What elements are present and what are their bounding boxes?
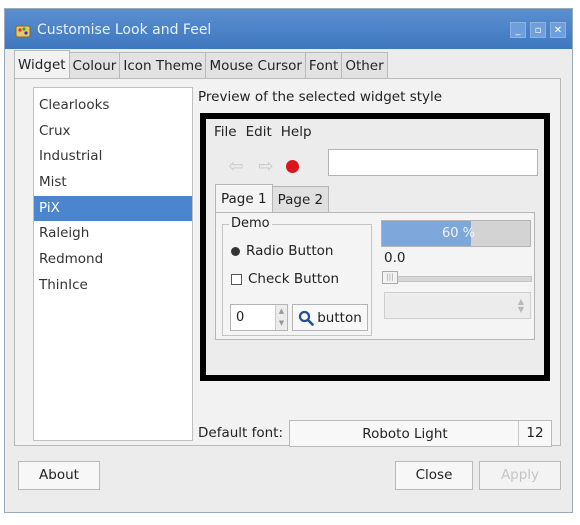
menu-file[interactable]: File xyxy=(214,124,237,140)
widget-panel: Clearlooks Crux Industrial Mist PiX Rale… xyxy=(14,78,561,447)
theme-item-redmond[interactable]: Redmond xyxy=(34,247,192,273)
preview-page: Demo Radio Button Check Button 0 ▲ ▼ but… xyxy=(215,212,535,340)
menu-help[interactable]: Help xyxy=(281,124,312,140)
title-bar[interactable]: Customise Look and Feel _ ▫ ✕ xyxy=(5,9,572,49)
search-button[interactable]: button xyxy=(292,304,368,331)
tab-icon-theme[interactable]: Icon Theme xyxy=(119,52,207,78)
radio-button[interactable]: Radio Button xyxy=(231,243,333,259)
menu-edit[interactable]: Edit xyxy=(246,124,272,140)
checkbox-icon xyxy=(231,273,242,285)
theme-list[interactable]: Clearlooks Crux Industrial Mist PiX Rale… xyxy=(33,87,193,441)
combo-box[interactable]: ▲ ▼ xyxy=(384,292,531,319)
forward-arrow-icon[interactable]: ⇨ xyxy=(256,156,276,177)
demo-frame: Demo Radio Button Check Button 0 ▲ ▼ but… xyxy=(222,216,372,336)
tab-colour[interactable]: Colour xyxy=(68,52,121,78)
progress-bar: 60 % xyxy=(381,220,531,247)
tab-font[interactable]: Font xyxy=(304,52,343,78)
radio-label: Radio Button xyxy=(246,243,334,259)
apply-button[interactable]: Apply xyxy=(479,461,561,490)
theme-item-thinice[interactable]: ThinIce xyxy=(34,273,192,299)
scale-track[interactable] xyxy=(384,276,532,282)
spin-button[interactable]: 0 ▲ ▼ xyxy=(230,304,288,331)
preview-toolbar: ⇦ ⇨ xyxy=(226,156,299,177)
theme-item-crux[interactable]: Crux xyxy=(34,119,192,145)
palette-icon xyxy=(15,25,31,38)
preview-caption: Preview of the selected widget style xyxy=(198,89,443,105)
check-button[interactable]: Check Button xyxy=(231,271,339,287)
preview-text-entry[interactable] xyxy=(328,149,538,176)
search-button-label: button xyxy=(317,309,362,326)
theme-item-pix[interactable]: PiX xyxy=(34,195,192,222)
font-size: 12 xyxy=(518,421,551,446)
spin-value: 0 xyxy=(236,310,245,325)
check-label: Check Button xyxy=(248,271,340,287)
search-icon xyxy=(299,310,315,326)
font-chooser-button[interactable]: Roboto Light 12 xyxy=(289,420,552,447)
theme-item-industrial[interactable]: Industrial xyxy=(34,144,192,170)
progress-text: 60 % xyxy=(442,226,476,241)
scale-value: 0.0 xyxy=(384,250,406,266)
record-icon[interactable] xyxy=(286,160,299,173)
font-name: Roboto Light xyxy=(362,426,448,442)
spin-arrows-icon[interactable]: ▲ ▼ xyxy=(275,305,287,330)
window-title: Customise Look and Feel xyxy=(37,22,212,38)
about-button[interactable]: About xyxy=(18,461,100,490)
scale-handle[interactable]: ||| xyxy=(382,271,398,284)
theme-item-mist[interactable]: Mist xyxy=(34,170,192,196)
back-arrow-icon[interactable]: ⇦ xyxy=(226,156,246,177)
preview-menubar: File Edit Help xyxy=(214,124,312,140)
tab-widget[interactable]: Widget xyxy=(14,50,70,78)
tab-bar: Widget Colour Icon Theme Mouse Cursor Fo… xyxy=(14,50,388,78)
maximize-button[interactable]: ▫ xyxy=(530,22,546,38)
combo-arrows-icon: ▲ ▼ xyxy=(517,297,524,314)
close-button[interactable]: Close xyxy=(395,461,473,490)
default-font-label: Default font: xyxy=(198,425,284,441)
theme-item-raleigh[interactable]: Raleigh xyxy=(34,221,192,247)
tab-page-2[interactable]: Page 2 xyxy=(271,186,330,212)
tab-page-1[interactable]: Page 1 xyxy=(215,184,273,212)
radio-dot-icon xyxy=(231,246,240,256)
tab-mouse-cursor[interactable]: Mouse Cursor xyxy=(205,52,306,78)
close-window-button[interactable]: ✕ xyxy=(550,22,566,38)
preview-tabs: Page 1 Page 2 xyxy=(215,184,330,212)
theme-item-clearlooks[interactable]: Clearlooks xyxy=(34,93,192,119)
tab-other[interactable]: Other xyxy=(341,52,388,78)
minimize-button[interactable]: _ xyxy=(510,22,526,38)
demo-frame-label: Demo xyxy=(229,216,272,231)
widget-preview: File Edit Help ⇦ ⇨ Page 1 Page 2 Demo Ra… xyxy=(200,113,550,381)
